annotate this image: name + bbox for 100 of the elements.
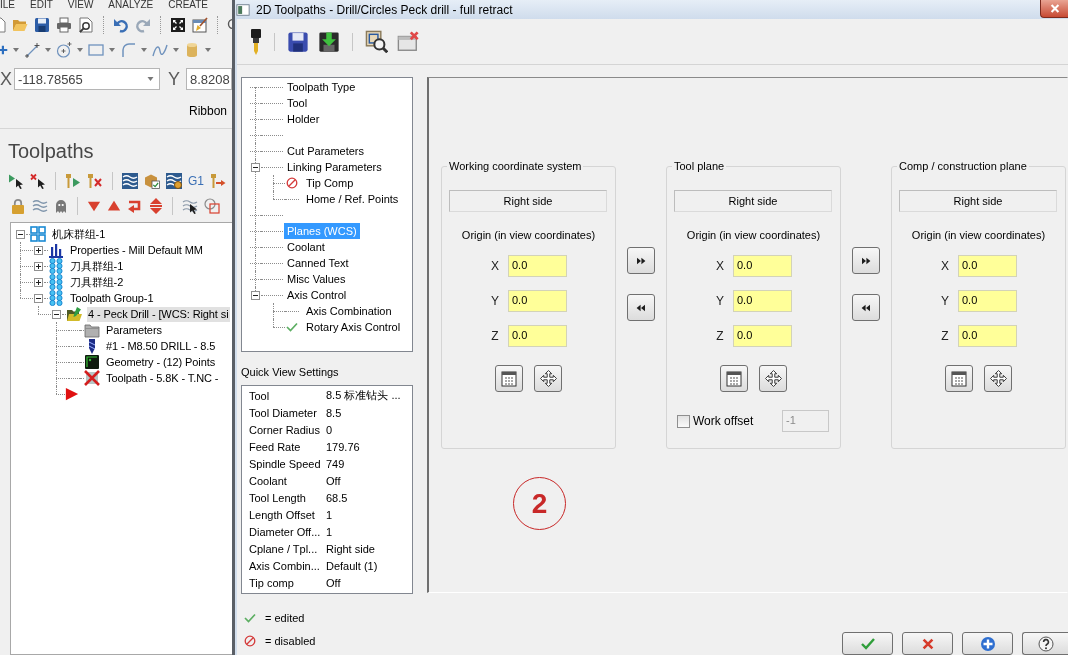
collapse-toggle[interactable] — [34, 293, 43, 303]
gcode-button[interactable]: G1 — [188, 174, 204, 188]
window-cross-icon[interactable] — [397, 30, 419, 53]
coordinate-field[interactable]: 0.0 — [958, 290, 1017, 312]
tree-item[interactable]: Coolant — [284, 239, 328, 255]
coordinate-field[interactable]: 0.0 — [958, 255, 1017, 277]
save-icon[interactable] — [34, 17, 50, 33]
coordinate-field[interactable]: 0.0 — [508, 255, 567, 277]
plus-icon[interactable] — [0, 44, 8, 56]
spline-icon[interactable] — [152, 42, 168, 58]
tree-item[interactable]: Cut Parameters — [284, 143, 368, 159]
help-button[interactable] — [1022, 632, 1068, 655]
close-button[interactable] — [1040, 0, 1068, 18]
arc-icon[interactable] — [120, 42, 136, 58]
window-zoom-icon[interactable] — [204, 198, 220, 214]
tree-item[interactable]: #1 - M8.50 DRILL - 8.5 — [105, 338, 217, 354]
undo-icon[interactable] — [113, 17, 129, 33]
tree-item[interactable]: Parameters — [105, 322, 163, 338]
tree-item[interactable]: Toolpath Type — [284, 79, 359, 95]
tree-item[interactable]: Axis Control — [284, 287, 350, 303]
expand-toggle[interactable] — [34, 261, 43, 271]
forward-button[interactable] — [627, 247, 655, 274]
document-icon[interactable] — [0, 17, 6, 33]
tool-arrow-icon[interactable] — [210, 173, 226, 189]
coordinate-field[interactable]: 0.0 — [733, 290, 792, 312]
triangle-up-icon[interactable] — [107, 199, 121, 213]
expand-toggle[interactable] — [34, 277, 43, 287]
waves-cursor-icon[interactable] — [182, 198, 198, 214]
forward-button[interactable] — [852, 247, 880, 274]
up-down-arrow-icon[interactable] — [149, 198, 163, 214]
tree-item[interactable]: Properties - Mill Default MM — [69, 242, 204, 258]
waves-icon[interactable] — [122, 173, 138, 189]
tool-cross-icon[interactable] — [87, 173, 103, 189]
tree-item[interactable]: 4 - Peck Drill - [WCS: Right si — [87, 306, 230, 322]
coordinate-field[interactable]: -118.78565 — [14, 68, 160, 90]
tree-item[interactable]: 刀具群组-1 — [69, 258, 125, 274]
table-button[interactable] — [720, 365, 748, 392]
tree-item[interactable]: Home / Ref. Points — [303, 191, 402, 207]
tree-item[interactable]: Canned Text — [284, 255, 352, 271]
tree-item[interactable]: 刀具群组-2 — [69, 274, 125, 290]
deselect-arrow-icon[interactable] — [30, 173, 46, 189]
tree-item[interactable]: Toolpath - 5.8K - T.NC - — [105, 370, 220, 386]
caret-icon[interactable] — [45, 48, 51, 52]
collapse-toggle[interactable] — [251, 162, 260, 172]
fit-screen-icon[interactable] — [170, 17, 186, 33]
back-button[interactable] — [852, 294, 880, 321]
window-brush-icon[interactable] — [192, 17, 208, 33]
tree-item[interactable]: Misc Values — [284, 271, 349, 287]
back-button[interactable] — [627, 294, 655, 321]
menu-item[interactable]: ANALYZE — [108, 0, 154, 12]
tree-item[interactable]: Holder — [284, 111, 323, 127]
caret-icon[interactable] — [173, 48, 179, 52]
menu-item[interactable]: VIEW — [67, 0, 94, 12]
printer-icon[interactable] — [56, 17, 72, 33]
caret-icon[interactable] — [13, 48, 19, 52]
move-button[interactable] — [759, 365, 787, 392]
zoom-icon[interactable] — [365, 30, 388, 53]
caret-icon[interactable] — [77, 48, 83, 52]
menu-item[interactable]: EDIT — [30, 0, 53, 12]
coordinate-field[interactable]: 0.0 — [733, 255, 792, 277]
line-icon[interactable] — [24, 42, 40, 58]
tree-item[interactable]: Linking Parameters — [284, 159, 385, 175]
coordinate-field[interactable]: 0.0 — [733, 325, 792, 347]
move-button[interactable] — [984, 365, 1012, 392]
triangle-down-icon[interactable] — [87, 199, 101, 213]
tree-item[interactable]: Tool — [284, 95, 311, 111]
table-button[interactable] — [945, 365, 973, 392]
return-arrow-icon[interactable] — [127, 198, 143, 214]
coordinate-field[interactable]: 0.0 — [508, 290, 567, 312]
coordinate-field[interactable]: 0.0 — [958, 325, 1017, 347]
caret-icon[interactable] — [147, 77, 154, 81]
waves-gear-icon[interactable] — [166, 173, 182, 189]
box-check-icon[interactable] — [144, 173, 160, 189]
circle-icon[interactable] — [56, 42, 72, 58]
select-arrow-icon[interactable] — [8, 173, 24, 189]
move-button[interactable] — [534, 365, 562, 392]
expand-toggle[interactable] — [34, 245, 43, 255]
apply-button[interactable] — [962, 632, 1013, 655]
menu-item[interactable]: ILE — [0, 0, 15, 12]
coordinate-field[interactable]: 0.0 — [508, 325, 567, 347]
tree-item[interactable]: Toolpath Group-1 — [69, 290, 155, 306]
tree-item[interactable]: 机床群组-1 — [51, 226, 107, 242]
ghost-icon[interactable] — [54, 198, 68, 214]
tree-item[interactable]: Rotary Axis Control — [303, 319, 404, 335]
caret-icon[interactable] — [109, 48, 115, 52]
ok-button[interactable] — [842, 632, 893, 655]
collapse-toggle[interactable] — [251, 290, 260, 300]
caret-icon[interactable] — [141, 48, 147, 52]
drill-icon[interactable] — [250, 28, 262, 55]
cancel-button[interactable] — [902, 632, 953, 655]
menu-item[interactable]: CREATE — [168, 0, 209, 12]
collapse-toggle[interactable] — [52, 309, 61, 319]
coordinate-field[interactable]: 8.8208 — [186, 68, 232, 90]
table-button[interactable] — [495, 365, 523, 392]
print-preview-icon[interactable] — [78, 17, 94, 33]
save-icon[interactable] — [287, 30, 309, 53]
tree-item[interactable]: Axis Combination — [303, 303, 395, 319]
lock-icon[interactable] — [10, 198, 26, 214]
tree-item[interactable]: Geometry - (12) Points — [105, 354, 217, 370]
tool-play-icon[interactable] — [65, 173, 81, 189]
